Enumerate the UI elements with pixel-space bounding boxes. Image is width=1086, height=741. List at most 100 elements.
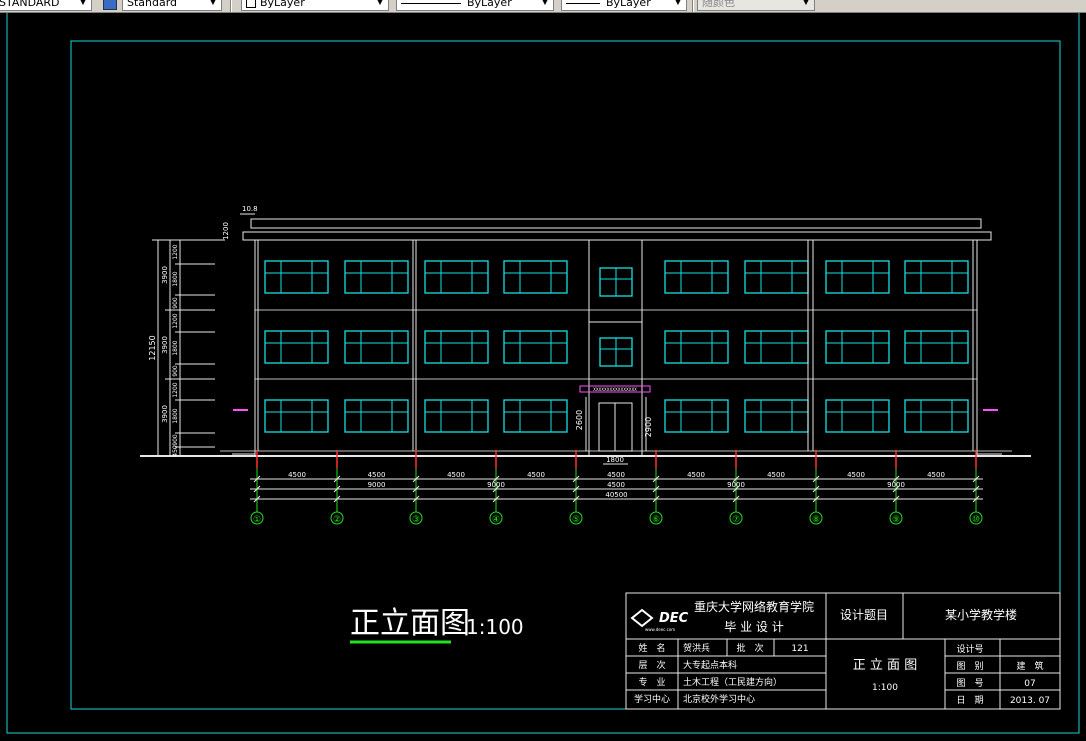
- window-frame: [744, 330, 809, 364]
- total-dim: 40500: [605, 491, 627, 499]
- chevron-down-icon[interactable]: ▼: [539, 0, 551, 10]
- drawing-canvas[interactable]: XXXXXXXXXXXXXXXX ①②③④⑤⑥⑦⑧⑨⑩ 4500 4500 4500…: [0, 10, 1086, 737]
- chevron-down-icon[interactable]: ▼: [207, 0, 219, 10]
- window-frame: [424, 330, 489, 364]
- axis-label: ⑩: [972, 515, 980, 525]
- window-frame: [503, 399, 568, 433]
- window-frame: [344, 260, 409, 294]
- window: [424, 399, 489, 433]
- layer-value: ByLayer: [260, 0, 305, 9]
- window: [264, 399, 329, 433]
- axis-label: ⑥: [652, 515, 660, 525]
- window-frame: [664, 260, 729, 294]
- group-dim: 9000: [727, 481, 745, 489]
- right-row-category-label: 图 别: [956, 661, 983, 672]
- window-frame: [344, 330, 409, 364]
- dim-style-select[interactable]: Standard ▼: [122, 0, 222, 11]
- window-frame: [904, 330, 969, 364]
- entrance-sign-text: XXXXXXXXXXXXXXXX: [593, 387, 637, 392]
- chevron-down-icon[interactable]: ▼: [672, 0, 684, 10]
- chevron-down-icon: ▼: [802, 0, 810, 7]
- dim-style-value: Standard: [127, 0, 178, 9]
- window: [424, 330, 489, 364]
- right-row-sheet-no-value: 07: [1024, 679, 1035, 689]
- window: [344, 399, 409, 433]
- bay-dim: 4500: [447, 471, 465, 479]
- window: [503, 260, 568, 294]
- group-dim: 9000: [887, 481, 905, 489]
- left-floor-dim-1: 3900: [161, 405, 169, 423]
- window-frame: [503, 260, 568, 294]
- left-floor-dim-2: 3900: [161, 336, 169, 354]
- chevron-down-icon[interactable]: ▼: [77, 0, 89, 10]
- window: [664, 399, 729, 433]
- window: [264, 260, 329, 294]
- row-batch-value: 121: [791, 644, 808, 654]
- left-sub-dim: 1200: [172, 244, 179, 259]
- window: [744, 330, 809, 364]
- left-sub-dim: 1800: [172, 340, 179, 355]
- window-frame: [904, 399, 969, 433]
- dim-style-icon[interactable]: [103, 0, 117, 10]
- text-style-value: STANDARD: [0, 0, 60, 9]
- window-frame: [424, 260, 489, 294]
- logo-diamond-icon: [630, 608, 654, 628]
- row-center-label: 学习中心: [634, 693, 670, 705]
- axis-label: ③: [412, 515, 420, 525]
- parapet: [250, 218, 982, 229]
- window: [664, 260, 729, 294]
- row-level-value: 大专起点本科: [683, 659, 737, 671]
- left-sub-dim-group: 120018009001200180090012001800900450: [172, 244, 179, 457]
- left-floor-dim-3: 3900: [161, 266, 169, 284]
- window: [825, 260, 890, 294]
- chevron-down-icon[interactable]: ▼: [374, 0, 386, 10]
- right-row-date-value: 2013. 07: [1010, 696, 1050, 706]
- drawing-title-scale: 1:100: [466, 615, 524, 639]
- group-centre-dim: 4500: [607, 481, 625, 489]
- properties-toolbar: STANDARD ▼ Standard ▼ ByLayer ▼ ByLayer …: [0, 0, 1086, 13]
- school-name: 重庆大学网络教育学院: [694, 599, 814, 614]
- drawing-name: 正 立 面 图: [853, 658, 917, 673]
- window: [424, 260, 489, 294]
- axis-label: ⑨: [892, 515, 900, 525]
- window-frame: [904, 260, 969, 294]
- window-frame: [344, 399, 409, 433]
- bay-dim: 4500: [687, 471, 705, 479]
- layer-select[interactable]: ByLayer ▼: [241, 0, 389, 11]
- left-sub-dim: 1800: [172, 408, 179, 423]
- dimension-group: 4500 4500 4500 4500 4500 4500 4500 4500 4500 9000…: [250, 471, 983, 503]
- plot-style-select: 随颜色 ▼: [697, 0, 815, 11]
- linetype-select[interactable]: ByLayer ▼: [396, 0, 554, 11]
- row-batch-label: 批 次: [736, 642, 763, 654]
- window: [904, 260, 969, 294]
- drawing-title: 正立面图: [350, 606, 470, 641]
- left-sub-dim: 1200: [172, 382, 179, 397]
- left-sub-dim: 1200: [172, 313, 179, 328]
- topic-label: 设计题目: [840, 608, 888, 622]
- window-frame: [264, 260, 329, 294]
- right-row-design-no-label: 设计号: [956, 643, 983, 655]
- window: [344, 260, 409, 294]
- window: [744, 399, 809, 433]
- linetype-value: ByLayer: [467, 0, 512, 9]
- row-name-value: 贺洪兵: [683, 642, 710, 654]
- stair-window: [599, 267, 633, 297]
- left-sub-dim: 900: [172, 297, 179, 309]
- row-center-value: 北京校外学习中心: [683, 693, 755, 705]
- window-frame: [744, 260, 809, 294]
- toolbar-separator: [230, 0, 232, 12]
- bay-dim: 4500: [767, 471, 785, 479]
- text-style-select[interactable]: STANDARD ▼: [0, 0, 92, 11]
- window: [825, 399, 890, 433]
- axis-label: ⑤: [572, 515, 580, 525]
- axis-label: ⑦: [732, 515, 740, 525]
- window-group: [254, 240, 978, 451]
- window: [264, 330, 329, 364]
- bay-dim: 4500: [288, 471, 306, 479]
- roof-cornice: [242, 231, 992, 241]
- title-block-subtitle: 毕 业 设 计: [724, 620, 783, 634]
- lineweight-value: ByLayer: [606, 0, 651, 9]
- lineweight-select[interactable]: ByLayer ▼: [561, 0, 687, 11]
- window-frame: [825, 260, 890, 294]
- left-total-dim: 12150: [148, 335, 157, 360]
